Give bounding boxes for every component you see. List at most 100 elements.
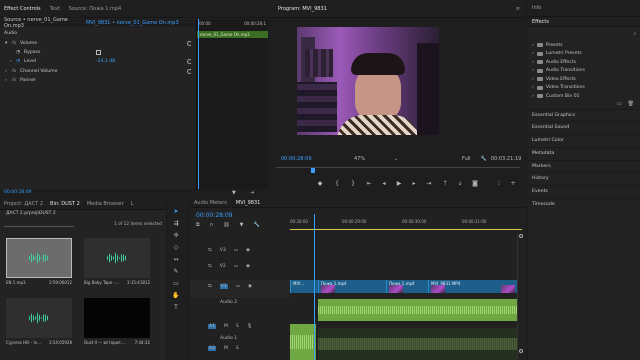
pen-tool-icon[interactable]: ✎ <box>172 268 180 276</box>
mic-icon[interactable]: 🎙 <box>247 324 253 329</box>
eye-icon[interactable]: ◉ <box>246 248 250 253</box>
search-icon[interactable]: ⌕ <box>633 31 636 37</box>
effect-folder-lumetri-presets[interactable]: › Lumetri Presets <box>528 50 640 59</box>
panel-events[interactable]: Events <box>528 185 640 198</box>
tab-project[interactable]: Project: ДАСТ 2 <box>4 201 43 207</box>
tab-source[interactable]: Source: Пожа 1.mp4 <box>69 6 121 12</box>
type-tool-icon[interactable]: T <box>172 304 180 312</box>
scrubber-playhead-icon[interactable] <box>311 168 315 173</box>
delete-icon[interactable]: 🗑 <box>628 101 634 108</box>
scroll-handle-icon[interactable] <box>519 234 523 238</box>
wrench-icon[interactable]: 🔧 <box>481 156 487 162</box>
audio-clip[interactable] <box>318 299 518 321</box>
fx-icon[interactable]: fx <box>12 69 20 74</box>
program-scrubber[interactable] <box>276 167 520 173</box>
bypass-checkbox[interactable] <box>96 50 101 55</box>
zoom-chevron-icon[interactable]: ⌄ <box>394 156 404 162</box>
video-clip[interactable]: Пожа 1.mp4 <box>386 280 428 293</box>
tab-effect-controls[interactable]: Effect Controls <box>4 6 41 12</box>
effects-search[interactable]: ⌕ <box>528 27 640 41</box>
panel-essential-sound[interactable]: Essential Sound <box>528 121 640 134</box>
mute-button[interactable]: M <box>224 324 228 329</box>
tab-sequence[interactable]: MVI_9831 <box>236 200 260 206</box>
footer-timecode[interactable]: 00:00:28:09 <box>0 190 31 195</box>
effect-folder-audio-transitions[interactable]: › Audio Transitions <box>528 67 640 76</box>
tracks-area[interactable]: MVI... Пожа 1.mp4 Пожа 1.mp4 MVI_9831.MP… <box>290 214 518 360</box>
hand-tool-icon[interactable]: ✋ <box>172 292 180 300</box>
track-output-icon[interactable]: ▭ <box>236 284 240 289</box>
clip-selector[interactable]: MVI_9831 • nerve_01_Game On.mp3 <box>86 20 179 26</box>
level-value[interactable]: -24,1 dB <box>96 59 115 64</box>
frame-back-icon[interactable]: ◂ <box>381 181 387 187</box>
filter-icon[interactable]: ▼ <box>232 190 236 196</box>
track-output-icon[interactable]: ▭ <box>234 264 238 269</box>
video-frame[interactable] <box>297 27 439 135</box>
video-clip[interactable]: Пожа 1.mp4 <box>318 280 386 293</box>
toggle-sync-lock-icon[interactable]: ⇆ <box>208 284 212 289</box>
panel-timecode[interactable]: Timecode <box>528 198 640 211</box>
tab-media-browser[interactable]: Media Browser <box>87 201 124 207</box>
panel-markers[interactable]: Markers <box>528 159 640 173</box>
mark-out-icon[interactable]: { <box>334 181 340 187</box>
rectangle-tool-icon[interactable]: ▭ <box>172 280 180 288</box>
level-stopwatch-icon[interactable]: ◔ <box>16 59 24 64</box>
tab-bin[interactable]: Bin: DUST 2 <box>50 201 80 207</box>
panel-history[interactable]: History <box>528 172 640 185</box>
panner-expand-icon[interactable]: › <box>0 78 12 83</box>
timeline-playhead[interactable] <box>314 214 315 360</box>
tab-audio-meters[interactable]: Audio Meters <box>194 200 227 206</box>
panel-essential-graphics[interactable]: Essential Graphics <box>528 108 640 122</box>
export-icon[interactable]: ⇥ <box>250 190 254 196</box>
track-output-icon[interactable]: ▭ <box>234 248 238 253</box>
snap-icon[interactable]: ∩ <box>210 222 214 228</box>
frame-forward-icon[interactable]: ▸ <box>411 181 417 187</box>
effect-folder-custom-bin[interactable]: › Custom Bin 01 <box>528 92 640 101</box>
timeline-ruler[interactable]: 00:28:00 00:00:29:00 00:00:30:00 00:00:3… <box>290 214 522 230</box>
timeline-scrollbar[interactable] <box>517 234 523 358</box>
solo-button[interactable]: S <box>236 346 239 351</box>
program-title[interactable]: Program: MVI_9831 <box>274 6 327 12</box>
ripple-tool-icon[interactable]: ✣ <box>172 232 180 240</box>
level-reset-icon[interactable] <box>187 59 192 64</box>
mark-in-icon[interactable]: ◆ <box>317 181 323 187</box>
bin-search-input[interactable] <box>4 221 74 227</box>
tab-libraries[interactable]: L <box>131 201 134 207</box>
extract-icon[interactable]: ⇣ <box>457 181 463 187</box>
effect-folder-video-transitions[interactable]: › Video Transitions <box>528 84 640 93</box>
camera-icon[interactable]: ◙ <box>472 181 478 187</box>
marker-icon[interactable]: ▼ <box>240 222 244 228</box>
source-selector[interactable]: Source • nerve_01_Game On.mp3 <box>0 17 86 29</box>
tab-text[interactable]: Text <box>50 6 60 12</box>
mute-button[interactable]: M <box>224 346 228 351</box>
fx-icon[interactable]: fx <box>12 78 20 83</box>
razor-tool-icon[interactable]: ◇ <box>172 244 180 252</box>
audio-clip[interactable] <box>290 324 316 360</box>
stopwatch-icon[interactable]: ◔ <box>0 50 24 55</box>
panel-metadata[interactable]: Metadata <box>528 146 640 160</box>
go-to-out-icon[interactable]: ⇥ <box>426 181 432 187</box>
effect-folder-video-effects[interactable]: › Video Effects <box>528 75 640 84</box>
program-timecode[interactable]: 00:00:28:09 <box>270 156 354 162</box>
scroll-handle-icon[interactable] <box>519 349 523 353</box>
quality-select[interactable]: Full <box>462 156 471 162</box>
effect-folder-audio-effects[interactable]: › Audio Effects <box>528 58 640 67</box>
channel-volume-expand-icon[interactable]: › <box>0 69 12 74</box>
new-bin-icon[interactable]: ▭ <box>617 101 622 108</box>
timeline-timecode[interactable]: 00:00:28:09 <box>196 212 233 219</box>
nest-icon[interactable]: ⧉ <box>196 222 200 228</box>
lift-icon[interactable]: ⇡ <box>442 181 448 187</box>
track-select-tool-icon[interactable]: ⇶ <box>172 220 180 228</box>
toggle-sync-lock-icon[interactable]: ⇆ <box>208 248 212 253</box>
info-tab[interactable]: Info <box>528 0 640 17</box>
bin-item[interactable]: Dust II — история ... 7:44:32 <box>84 298 150 345</box>
go-to-in-icon[interactable]: } <box>350 181 356 187</box>
program-menu-icon[interactable]: ≡ <box>516 6 520 12</box>
eye-icon[interactable]: ◉ <box>246 264 250 269</box>
effect-folder-presets[interactable]: › Presets <box>528 41 640 50</box>
bin-item[interactable]: EN 1.mp3 3:59:06012 <box>6 238 72 285</box>
slip-tool-icon[interactable]: ↔ <box>172 256 180 264</box>
toggle-sync-lock-icon[interactable]: ⇆ <box>208 264 212 269</box>
eye-icon[interactable]: ◉ <box>248 284 252 289</box>
video-clip[interactable]: MVI_9831.MP4 <box>428 280 518 293</box>
settings-icon[interactable]: ⁝ <box>496 181 502 187</box>
